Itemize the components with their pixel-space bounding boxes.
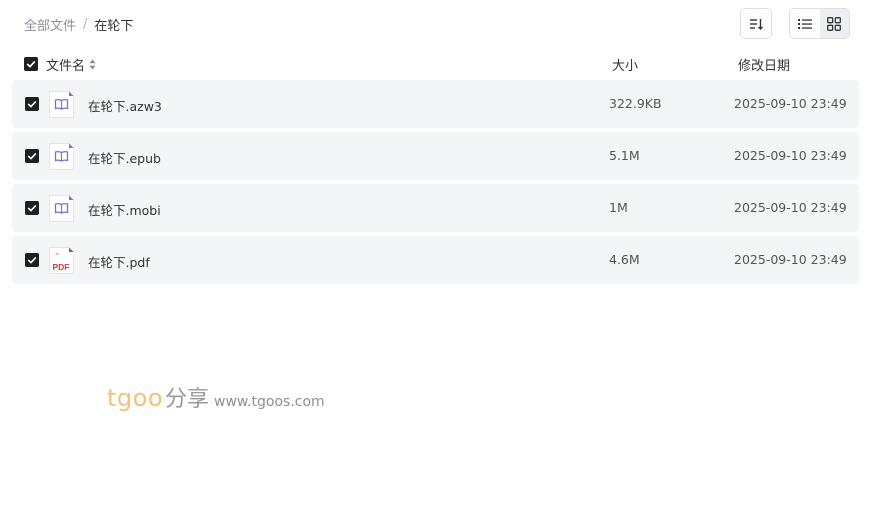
file-date: 2025-09-10 23:49 (734, 252, 847, 267)
file-date: 2025-09-10 23:49 (734, 96, 847, 111)
sort-icon (750, 18, 763, 30)
table-header: 文件名 大小 修改日期 (12, 52, 859, 76)
file-row[interactable]: 在轮下.mobi 1M 2025-09-10 23:49 (12, 184, 859, 232)
check-icon (27, 204, 37, 212)
select-all-checkbox[interactable] (24, 57, 38, 71)
file-list: 在轮下.azw3 322.9KB 2025-09-10 23:49 在轮下.ep… (12, 80, 859, 288)
sort-caret-icon (89, 59, 96, 70)
file-name[interactable]: 在轮下.mobi (88, 200, 161, 219)
breadcrumb-separator: / (83, 17, 88, 32)
row-checkbox[interactable] (25, 97, 39, 111)
breadcrumb: 全部文件 / 在轮下 (24, 15, 133, 34)
file-size: 4.6M (609, 252, 640, 267)
ebook-icon (49, 195, 74, 222)
watermark-brand-text: tgoo (107, 384, 164, 412)
file-name[interactable]: 在轮下.azw3 (88, 96, 162, 115)
column-header-name[interactable]: 文件名 (46, 55, 96, 74)
watermark: tgoo 分享 www.tgoos.com (107, 381, 325, 413)
ebook-icon (49, 143, 74, 170)
check-icon (27, 100, 37, 108)
row-checkbox[interactable] (25, 149, 39, 163)
check-icon (26, 60, 36, 68)
watermark-url: www.tgoos.com (214, 394, 325, 410)
column-header-date[interactable]: 修改日期 (738, 55, 790, 74)
column-header-name-label: 文件名 (46, 59, 86, 74)
file-name[interactable]: 在轮下.epub (88, 148, 161, 167)
file-size: 1M (609, 200, 628, 215)
file-row[interactable]: PDF 在轮下.pdf 4.6M 2025-09-10 23:49 (12, 236, 859, 284)
file-size: 322.9KB (609, 96, 662, 111)
file-date: 2025-09-10 23:49 (734, 200, 847, 215)
grid-view-icon (827, 16, 842, 31)
breadcrumb-root-link[interactable]: 全部文件 (24, 15, 76, 34)
column-header-size[interactable]: 大小 (612, 55, 638, 74)
check-icon (27, 256, 37, 264)
list-view-button[interactable] (790, 9, 820, 38)
file-date: 2025-09-10 23:49 (734, 148, 847, 163)
pdf-icon: PDF (49, 247, 74, 274)
breadcrumb-current: 在轮下 (94, 19, 134, 34)
pdf-icon-label: PDF (53, 262, 70, 272)
sort-button[interactable] (740, 8, 772, 39)
check-icon (27, 152, 37, 160)
file-row[interactable]: 在轮下.epub 5.1M 2025-09-10 23:49 (12, 132, 859, 180)
grid-view-button[interactable] (819, 9, 849, 38)
watermark-share: 分享 (165, 387, 210, 412)
file-row[interactable]: 在轮下.azw3 322.9KB 2025-09-10 23:49 (12, 80, 859, 128)
watermark-brand: tgoo (107, 384, 163, 412)
file-name[interactable]: 在轮下.pdf (88, 252, 150, 271)
row-checkbox[interactable] (25, 253, 39, 267)
ebook-icon (49, 91, 74, 118)
view-toggle (789, 8, 850, 39)
row-checkbox[interactable] (25, 201, 39, 215)
list-view-icon (797, 18, 812, 29)
file-size: 5.1M (609, 148, 640, 163)
